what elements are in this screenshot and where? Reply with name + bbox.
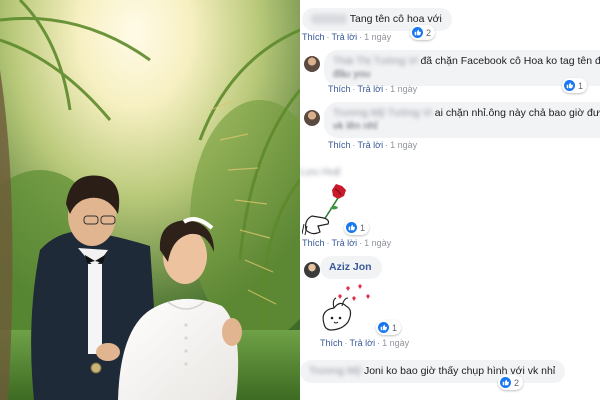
comment-author[interactable]: Trương Mỹ Tường Vi: [333, 107, 432, 119]
thumbs-up-icon: [378, 322, 389, 333]
comment-bubble: Thái Thị Tường Vi đã chặn Facebook cô Ho…: [324, 50, 600, 86]
comment-actions: Thích · Trả lời · 1 ngày: [328, 84, 418, 94]
comment-actions: Thích · Trả lời · 1 ngày: [302, 238, 392, 248]
reaction-count[interactable]: 2: [498, 375, 524, 390]
wedding-photo: [0, 0, 300, 400]
like-link[interactable]: Thích: [328, 140, 351, 150]
comment-text: Tang tên cô hoa với: [349, 13, 442, 25]
comment-author[interactable]: Lưu Huệ: [300, 166, 341, 178]
comment-text-blurred: vk lên nhỉ: [333, 120, 378, 132]
timestamp[interactable]: 1 ngày: [390, 140, 417, 150]
reaction-number: 2: [426, 27, 432, 38]
thumbs-up-icon: [500, 377, 511, 388]
reaction-count[interactable]: 2: [410, 25, 436, 40]
comment-actions: Thích · Trả lời · 1 ngày: [328, 140, 418, 150]
timestamp[interactable]: 1 ngày: [364, 32, 391, 42]
reaction-number: 1: [578, 80, 584, 91]
comment-author[interactable]: [311, 14, 347, 25]
reaction-number: 1: [392, 322, 398, 333]
timestamp[interactable]: 1 ngày: [364, 238, 391, 248]
comments-panel: Tang tên cô hoa với 2 Thích · Trả lời · 1 ng…: [300, 0, 600, 400]
comment-author[interactable]: Trương Mỹ: [309, 365, 361, 377]
panel-fade: [300, 0, 600, 6]
reaction-count[interactable]: 1: [376, 320, 402, 335]
profile-avatar[interactable]: [304, 262, 320, 278]
reaction-count[interactable]: 1: [344, 220, 370, 235]
comment-text: Joni ko bao giờ thấy chụp hình với vk nh…: [363, 365, 556, 377]
comment-text: đã chặn Facebook cô Hoa ko tag tên được: [420, 55, 600, 67]
thumbs-up-icon: [346, 222, 357, 233]
reply-link[interactable]: Trả lời: [332, 32, 358, 42]
reaction-number: 1: [360, 222, 366, 233]
reply-link[interactable]: Trả lời: [350, 338, 376, 348]
comment-text-blurred: đâu you: [333, 68, 371, 80]
comment-author[interactable]: Thái Thị Tường Vi: [333, 55, 418, 67]
timestamp[interactable]: 1 ngày: [390, 84, 417, 94]
timestamp[interactable]: 1 ngày: [382, 338, 409, 348]
hearts-bunny-sticker: [316, 284, 380, 334]
comment-bubble: Trương Mỹ Tường Vi ai chặn nhỉ.ông này c…: [324, 102, 600, 138]
like-link[interactable]: Thích: [302, 238, 325, 248]
like-link[interactable]: Thích: [328, 84, 351, 94]
reaction-count[interactable]: 1: [562, 78, 588, 93]
profile-avatar[interactable]: [304, 56, 320, 72]
thumbs-up-icon: [564, 80, 575, 91]
like-link[interactable]: Thích: [302, 32, 325, 42]
reply-link[interactable]: Trả lời: [358, 84, 384, 94]
comment-text: ai chặn nhỉ.ông này chả bao giờ đưa hình: [434, 107, 600, 119]
like-link[interactable]: Thích: [320, 338, 343, 348]
profile-avatar[interactable]: [304, 110, 320, 126]
reply-link[interactable]: Trả lời: [332, 238, 358, 248]
comment-bubble: Lưu Huệ: [300, 166, 341, 179]
comment-bubble: Trương Mỹ Joni ko bao giờ thấy chụp hình…: [300, 360, 566, 383]
comment-actions: Thích · Trả lời · 1 ngày: [302, 32, 392, 42]
comment-actions: Thích · Trả lời · 1 ngày: [320, 338, 410, 348]
thumbs-up-icon: [412, 27, 423, 38]
reaction-number: 2: [514, 377, 520, 388]
comment-author[interactable]: Aziz Jon: [329, 261, 372, 273]
reply-link[interactable]: Trả lời: [358, 140, 384, 150]
comment-bubble: Aziz Jon: [320, 256, 382, 279]
